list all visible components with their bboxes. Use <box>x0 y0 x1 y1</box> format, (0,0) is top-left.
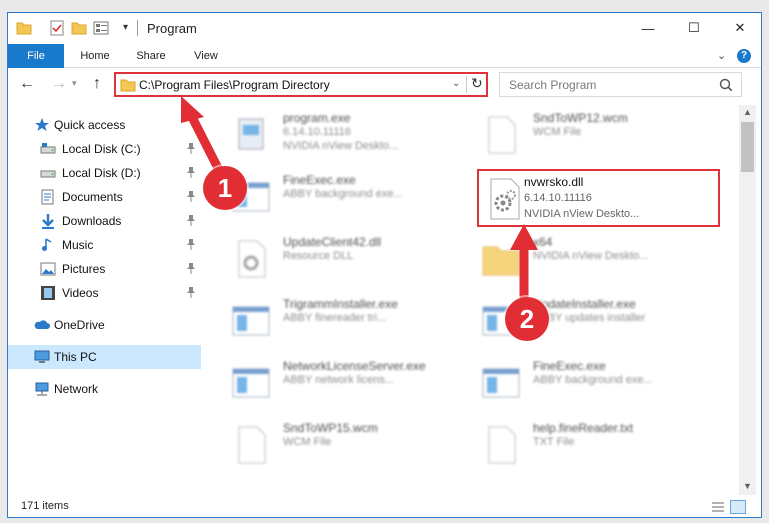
file-tile[interactable]: TrigrammInstaller.exe ABBY finereader tr… <box>225 295 465 349</box>
explorer-window: ▾ Program — ☐ ✕ File Home Share View ⌄ ?… <box>7 12 762 518</box>
folder-icon[interactable] <box>16 20 32 36</box>
sidebar-item-pictures[interactable]: Pictures <box>8 257 201 281</box>
maximize-button[interactable]: ☐ <box>671 13 717 43</box>
sidebar-item-music[interactable]: Music <box>8 233 201 257</box>
blank-file-icon <box>488 426 516 464</box>
title-separator <box>137 20 138 36</box>
search-input[interactable]: Search Program <box>499 72 742 97</box>
address-bar[interactable]: C:\Program Files\Program Directory ⌄ ↻ <box>114 72 488 97</box>
new-folder-icon[interactable] <box>71 20 87 36</box>
properties-check-icon[interactable] <box>49 20 65 36</box>
pin-icon[interactable] <box>186 166 196 178</box>
pin-icon[interactable] <box>186 238 196 250</box>
chevron-down-icon[interactable]: ⌄ <box>717 49 726 62</box>
sidebar-item-quick-access[interactable]: Quick access <box>8 113 201 137</box>
file-tile-nvwrsko-dll[interactable]: nvwrsko.dll 6.14.10.11116 NVIDIA nView D… <box>477 169 720 227</box>
view-list-icon[interactable] <box>93 20 109 36</box>
search-placeholder: Search Program <box>509 78 597 92</box>
vertical-scrollbar[interactable]: ▲ ▼ <box>739 105 756 495</box>
ribbon: File Home Share View ⌄ ? <box>8 44 761 68</box>
file-tile[interactable]: SndToWP12.wcm WCM File <box>475 109 715 163</box>
app-window-icon <box>482 368 520 398</box>
sidebar-item-network[interactable]: Network <box>8 377 201 401</box>
help-icon[interactable]: ? <box>737 49 751 63</box>
tab-view[interactable]: View <box>181 44 231 68</box>
pin-icon[interactable] <box>186 190 196 202</box>
pictures-icon <box>40 262 56 276</box>
sidebar-item-videos[interactable]: Videos <box>8 281 201 305</box>
up-arrow-icon[interactable]: ↑ <box>93 75 101 93</box>
back-arrow-icon[interactable]: ← <box>19 75 35 93</box>
pin-icon[interactable] <box>186 286 196 298</box>
address-separator <box>466 76 467 93</box>
tab-home[interactable]: Home <box>70 44 120 68</box>
drive-icon <box>40 143 56 154</box>
address-path[interactable]: C:\Program Files\Program Directory <box>139 78 330 92</box>
status-bar: 171 items <box>8 495 761 517</box>
minimize-button[interactable]: — <box>625 13 671 43</box>
navigation-pane: Quick access Local Disk (C:) Local Disk … <box>8 105 201 495</box>
drive-icon <box>40 170 56 178</box>
title-bar: ▾ Program — ☐ ✕ <box>8 13 761 44</box>
pin-icon[interactable] <box>186 214 196 226</box>
blank-file-icon <box>238 426 266 464</box>
file-list: program.exe 6.14.10.11116 NVIDIA nView D… <box>217 105 735 495</box>
sidebar-item-documents[interactable]: Documents <box>8 185 201 209</box>
sidebar-item-downloads[interactable]: Downloads <box>8 209 201 233</box>
scroll-down-icon[interactable]: ▼ <box>743 481 752 491</box>
music-icon <box>42 238 52 251</box>
tab-file[interactable]: File <box>8 44 64 68</box>
pin-icon[interactable] <box>186 262 196 274</box>
search-icon[interactable] <box>719 78 733 92</box>
tab-share[interactable]: Share <box>126 44 176 68</box>
sidebar-item-this-pc[interactable]: This PC <box>8 345 201 369</box>
network-icon <box>35 382 49 396</box>
sidebar-item-onedrive[interactable]: OneDrive <box>8 313 201 337</box>
sidebar-item-local-disk-d[interactable]: Local Disk (D:) <box>8 161 201 185</box>
address-dropdown-icon[interactable]: ⌄ <box>452 78 460 89</box>
exe-icon <box>238 118 264 150</box>
scroll-thumb[interactable] <box>741 122 754 172</box>
navigation-bar: ← → ▾ ↑ C:\Program Files\Program Directo… <box>8 69 761 101</box>
sidebar-item-local-disk-c[interactable]: Local Disk (C:) <box>8 137 201 161</box>
folder-icon <box>482 246 520 276</box>
file-tile[interactable]: NetworkLicenseServer.exe ABBY network li… <box>225 357 465 411</box>
details-view-icon[interactable] <box>710 500 726 514</box>
step-badge-1: 1 <box>203 166 247 210</box>
recent-locations-icon[interactable]: ▾ <box>72 78 77 89</box>
videos-icon <box>41 286 55 300</box>
file-tile[interactable]: SndToWP15.wcm WCM File <box>225 419 465 473</box>
dll-gear-icon <box>238 240 266 278</box>
folder-icon <box>120 79 136 92</box>
file-tile[interactable]: FineExec.exe ABBY background exe... <box>475 357 715 411</box>
blank-file-icon <box>488 116 516 154</box>
file-tile[interactable]: FineExec.exe ABBY background exe... <box>225 171 465 225</box>
pc-icon <box>34 350 50 363</box>
documents-icon <box>41 189 54 205</box>
window-title: Program <box>147 21 197 36</box>
close-button[interactable]: ✕ <box>717 13 761 43</box>
star-icon <box>35 118 49 131</box>
cloud-icon <box>34 320 50 329</box>
file-tile[interactable]: help.fineReader.txt TXT File <box>475 419 715 473</box>
step-badge-2: 2 <box>505 297 549 341</box>
file-tile[interactable]: x64 NVIDIA nView Deskto... <box>475 233 715 287</box>
refresh-icon[interactable]: ↻ <box>471 75 483 92</box>
file-tile[interactable]: program.exe 6.14.10.11116 NVIDIA nView D… <box>225 109 465 163</box>
downloads-icon <box>42 214 54 229</box>
scroll-up-icon[interactable]: ▲ <box>743 107 752 117</box>
app-window-icon <box>232 368 270 398</box>
file-tile[interactable]: UpdateClient42.dll Resource DLL <box>225 233 465 287</box>
dll-gear-icon <box>490 178 520 220</box>
forward-arrow-icon[interactable]: → <box>51 75 67 93</box>
tiles-view-icon[interactable] <box>730 500 746 514</box>
pin-icon[interactable] <box>186 142 196 154</box>
item-count: 171 items <box>21 500 69 512</box>
app-window-icon <box>232 306 270 336</box>
quick-access-dropdown-icon[interactable]: ▾ <box>123 22 128 33</box>
